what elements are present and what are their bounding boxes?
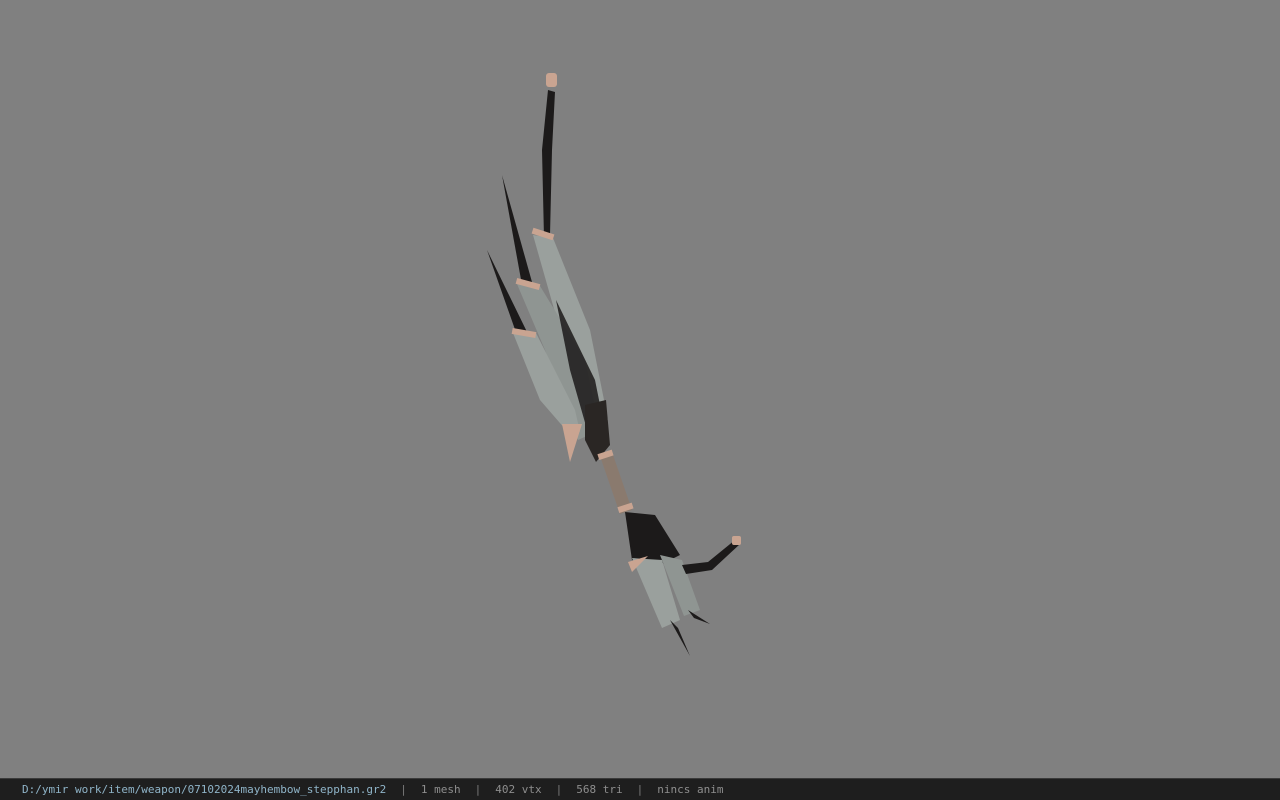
mesh-count: 1 mesh <box>420 783 461 796</box>
animation-status: nincs anim <box>657 783 724 796</box>
lower-joint <box>625 512 680 565</box>
separator: | <box>474 783 482 796</box>
lower-tip-cap <box>732 536 741 545</box>
upper-limb-tip <box>542 90 555 238</box>
upper-claw <box>562 424 582 462</box>
lower-limb-tip <box>682 540 740 574</box>
upper-spike-1 <box>502 175 532 285</box>
separator: | <box>555 783 563 796</box>
status-bar: D:/ymir work/item/weapon/07102024mayhemb… <box>0 778 1280 800</box>
separator: | <box>636 783 644 796</box>
file-path: D:/ymir work/item/weapon/07102024mayhemb… <box>22 783 387 796</box>
separator: | <box>400 783 407 796</box>
triangle-count: 568 tri <box>576 783 623 796</box>
lower-spike-1 <box>670 620 690 656</box>
vertex-count: 402 vtx <box>495 783 542 796</box>
upper-tip-cap <box>546 73 557 87</box>
bow-model[interactable] <box>0 0 1280 778</box>
3d-viewport[interactable] <box>0 0 1280 778</box>
